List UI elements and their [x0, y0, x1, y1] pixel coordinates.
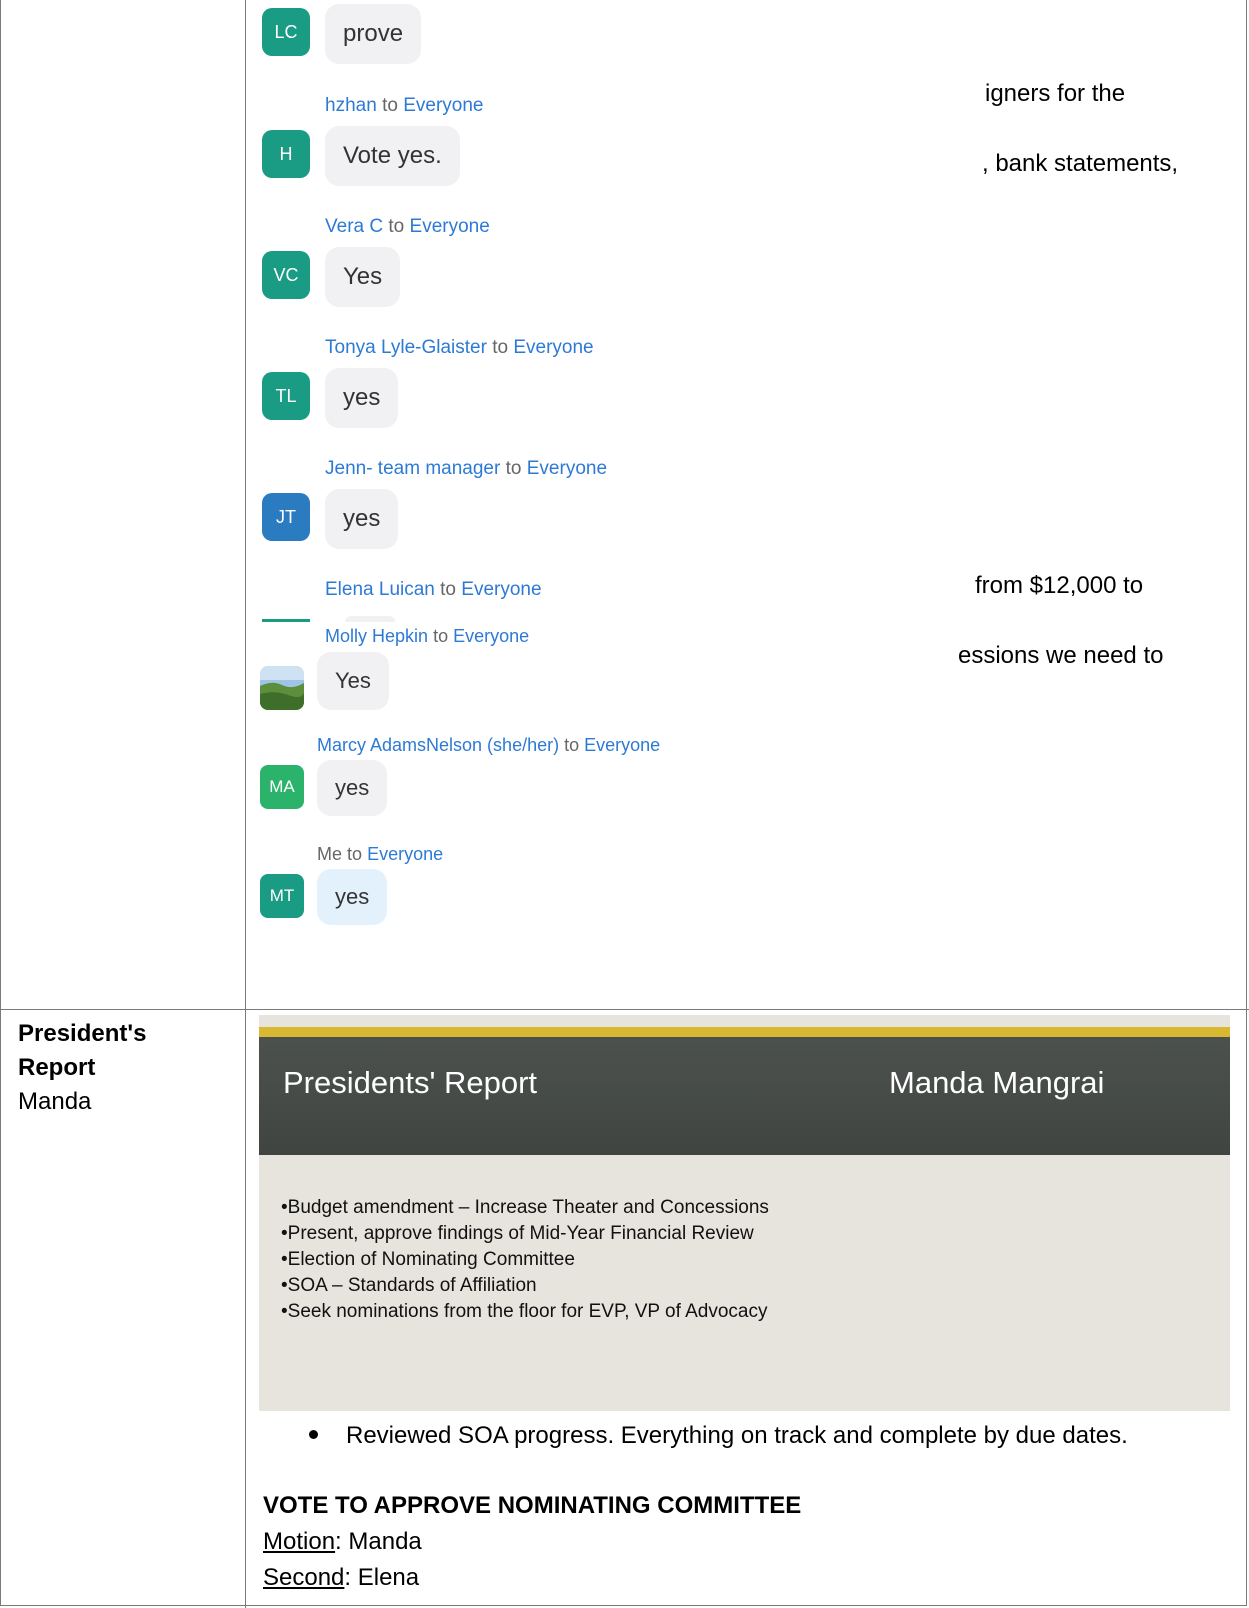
slide-gold-stripe	[259, 1027, 1230, 1037]
avatar: H	[262, 130, 310, 178]
sender-name: hzhan	[325, 95, 377, 116]
vote-heading: VOTE TO APPROVE NOMINATING COMMITTEE	[263, 1492, 802, 1519]
agenda-item-label: President's Report Manda	[18, 1017, 146, 1119]
sender-name: Vera C	[325, 216, 384, 237]
chat-message-header: Elena Luican to Everyone	[325, 579, 542, 601]
background-text-fragment: essions we need to	[958, 642, 1164, 669]
bullet-dot-icon	[309, 1430, 318, 1440]
chat-bubble-self: yes	[317, 869, 388, 925]
chat-message-header: Me to Everyone	[317, 844, 443, 865]
chat-message-header: Jenn- team manager to Everyone	[325, 458, 607, 480]
recipient-name: Everyone	[584, 735, 661, 755]
avatar: JT	[262, 493, 310, 541]
recipient-name: Everyone	[461, 579, 542, 600]
to-word: to	[440, 579, 457, 600]
slide-bullet: •Present, approve findings of Mid-Year F…	[281, 1223, 754, 1244]
recipient-name: Everyone	[367, 844, 444, 864]
sender-name: Marcy AdamsNelson (she/her)	[317, 735, 560, 755]
slide-bullet-list: •Budget amendment – Increase Theater and…	[281, 1195, 769, 1325]
avatar: MT	[260, 874, 304, 918]
slide-bullet: •Budget amendment – Increase Theater and…	[281, 1197, 769, 1218]
motion-value: : Manda	[335, 1528, 422, 1555]
chat-bubble: Yes	[317, 652, 389, 710]
row-divider	[0, 1009, 1249, 1010]
recipient-name: Everyone	[403, 95, 484, 116]
recipient-name: Everyone	[409, 216, 490, 237]
to-word: to	[564, 735, 580, 755]
recipient-name: Everyone	[453, 626, 530, 646]
background-text-fragment: , bank statements,	[982, 150, 1179, 177]
second-label: Second	[263, 1564, 345, 1591]
notes-bullet: Reviewed SOA progress. Everything on tra…	[309, 1422, 1128, 1450]
chat-message-header: Vera C to Everyone	[325, 216, 490, 238]
agenda-item-heading: President's	[18, 1020, 147, 1047]
chat-message-header: Molly Hepkin to Everyone	[325, 626, 529, 647]
second-value: : Elena	[344, 1564, 420, 1591]
avatar: TL	[262, 372, 310, 420]
avatar: LC	[262, 8, 310, 56]
sender-name: Molly Hepkin	[325, 626, 429, 646]
recipient-name: Everyone	[526, 458, 608, 479]
chat-message-header: Tonya Lyle-Glaister to Everyone	[325, 337, 594, 359]
avatar: VC	[262, 251, 310, 299]
motion-label: Motion	[263, 1528, 336, 1555]
chat-message-header: hzhan to Everyone	[325, 95, 483, 117]
second-line: Second: Elena	[263, 1564, 419, 1592]
chat-bubble: prove	[325, 4, 422, 64]
chat-message-header: Marcy AdamsNelson (she/her) to Everyone	[317, 735, 660, 756]
slide-top-margin	[259, 1015, 1230, 1027]
chat-bubble: Vote yes.	[325, 126, 460, 186]
chat-screenshot-lower: Molly Hepkin to Everyone Yes Marcy Adams…	[258, 622, 958, 962]
agenda-item-heading: Report	[18, 1054, 96, 1081]
to-word: to	[347, 844, 363, 864]
notes-bullet-text: Reviewed SOA progress. Everything on tra…	[346, 1422, 1128, 1449]
chat-bubble: Yes	[325, 247, 401, 307]
presenter-name: Manda	[18, 1088, 92, 1115]
column-divider	[245, 0, 246, 1608]
avatar: MA	[260, 765, 304, 809]
recipient-name: Everyone	[513, 337, 594, 358]
to-word: to	[388, 216, 405, 237]
sender-name: Tonya Lyle-Glaister	[325, 337, 487, 358]
chat-bubble: yes	[325, 489, 399, 549]
chat-bubble: yes	[325, 368, 399, 428]
slide-bullet: •Election of Nominating Committee	[281, 1249, 575, 1270]
background-text-fragment: igners for the	[985, 80, 1126, 107]
to-word: to	[492, 337, 509, 358]
slide-bullet: •SOA – Standards of Affiliation	[281, 1275, 537, 1296]
sender-name: Elena Luican	[325, 579, 435, 600]
to-word: to	[433, 626, 449, 646]
to-word: to	[505, 458, 522, 479]
sender-name: Jenn- team manager	[325, 458, 501, 479]
photo-avatar-icon	[260, 666, 304, 710]
sender-name: Me	[317, 844, 343, 864]
background-text-fragment: from $12,000 to	[975, 572, 1144, 599]
to-word: to	[382, 95, 398, 116]
slide-image: Presidents' Report Manda Mangrai •Budget…	[259, 1015, 1230, 1411]
chat-screenshot-upper: LC prove hzhan to Everyone H Vote yes. V…	[260, 0, 960, 622]
motion-line: Motion: Manda	[263, 1528, 422, 1556]
slide-bullet: •Seek nominations from the floor for EVP…	[281, 1301, 768, 1322]
chat-bubble: yes	[317, 760, 388, 816]
slide-presenter: Manda Mangrai	[889, 1065, 1105, 1100]
slide-title: Presidents' Report	[283, 1065, 538, 1100]
